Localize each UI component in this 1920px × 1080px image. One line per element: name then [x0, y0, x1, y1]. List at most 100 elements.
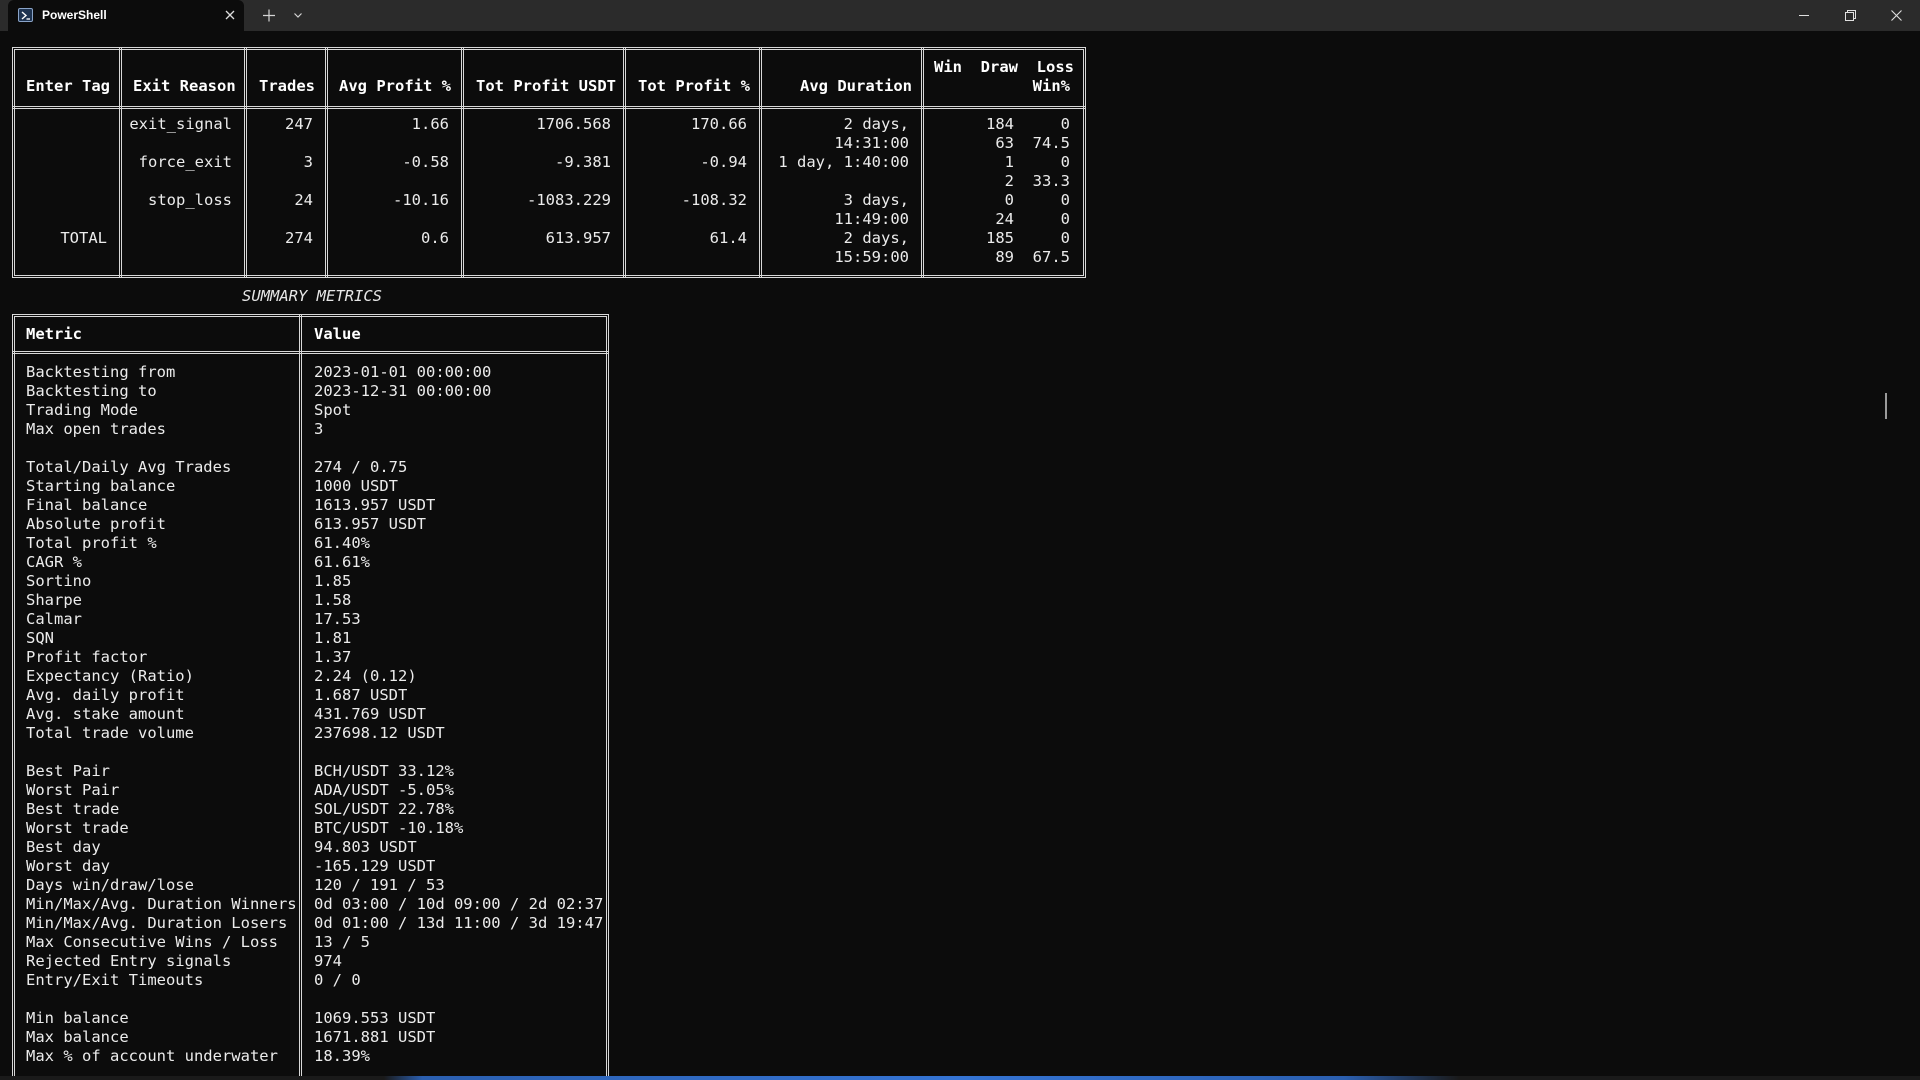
summary-metric-label: Min/Max/Avg. Duration Winners — [26, 895, 297, 913]
summary-metric-label: Max balance — [26, 1028, 129, 1046]
row-duration-line2: 15:59:00 — [834, 248, 909, 266]
summary-metric-label: Days win/draw/lose — [26, 876, 194, 894]
summary-metric-value: 17.53 — [314, 610, 361, 628]
row-duration-line1: 2 days, — [843, 115, 909, 133]
row-tot-profit-usdt: -9.381 — [555, 153, 611, 171]
summary-metric-label: Min/Max/Avg. Duration Losers — [26, 914, 288, 932]
row-trades: 247 — [285, 115, 313, 133]
row-avg-profit: 1.66 — [411, 115, 449, 133]
row-wdl-line1: 0 0 — [1004, 191, 1070, 209]
summary-metric-label: Sortino — [26, 572, 92, 590]
row-exit-reason: force_exit — [138, 153, 232, 171]
summary-metric-label: Avg. stake amount — [26, 705, 185, 723]
header-avg-duration: Avg Duration — [800, 77, 912, 95]
summary-metric-label: Best Pair — [26, 762, 110, 780]
header-trades: Trades — [259, 77, 315, 95]
summary-metric-value: 1069.553 USDT — [314, 1009, 436, 1027]
summary-metric-value: 2023-12-31 00:00:00 — [314, 382, 492, 400]
summary-metric-value: 613.957 USDT — [314, 515, 426, 533]
summary-metric-label: Best trade — [26, 800, 120, 818]
header-tot-profit-pct: Tot Profit % — [638, 77, 750, 95]
summary-metric-value: 61.61% — [314, 553, 370, 571]
summary-metric-label: Total/Daily Avg Trades — [26, 458, 232, 476]
row-avg-profit: 0.6 — [421, 229, 449, 247]
powershell-icon — [18, 8, 33, 22]
summary-metric-label: Starting balance — [26, 477, 176, 495]
row-tot-profit-usdt: 1706.568 — [536, 115, 611, 133]
header-win-draw-loss: Win Draw Loss — [934, 58, 1074, 76]
summary-metric-label: Worst day — [26, 857, 110, 875]
close-icon — [1891, 10, 1902, 21]
summary-metric-label: Best day — [26, 838, 101, 856]
header-value: Value — [314, 325, 361, 343]
tab-title: PowerShell — [42, 8, 107, 22]
summary-metric-label: Profit factor — [26, 648, 148, 666]
summary-metric-value: 120 / 191 / 53 — [314, 876, 445, 894]
summary-metric-label: Trading Mode — [26, 401, 138, 419]
summary-metric-label: Calmar — [26, 610, 82, 628]
table-header-divider — [12, 106, 1086, 109]
title-bar: PowerShell — [0, 0, 1920, 31]
row-avg-profit: -10.16 — [393, 191, 449, 209]
summary-metric-value: 274 / 0.75 — [314, 458, 408, 476]
summary-metric-label: Backtesting from — [26, 363, 176, 381]
summary-metric-value: BCH/USDT 33.12% — [314, 762, 454, 780]
minimize-icon — [1799, 15, 1809, 16]
summary-metric-label: SQN — [26, 629, 54, 647]
terminal-output[interactable]: Enter Tag Exit Reason Trades Avg Profit … — [12, 31, 1892, 1080]
tab-dropdown-button[interactable] — [287, 0, 309, 31]
row-trades: 3 — [303, 153, 313, 171]
row-avg-profit: -0.58 — [402, 153, 449, 171]
row-tot-profit-pct: -108.32 — [681, 191, 747, 209]
summary-metric-label: Absolute profit — [26, 515, 166, 533]
new-tab-button[interactable] — [256, 0, 282, 31]
row-wdl-line2: 89 67.5 — [995, 248, 1070, 266]
summary-metric-value: ADA/USDT -5.05% — [314, 781, 454, 799]
summary-metric-value: 3 — [314, 420, 324, 438]
summary-col-divider — [299, 314, 302, 1080]
summary-metric-label: Expectancy (Ratio) — [26, 667, 194, 685]
row-wdl-line1: 184 0 — [986, 115, 1070, 133]
row-wdl-line2: 63 74.5 — [995, 134, 1070, 152]
summary-metric-value: Spot — [314, 401, 352, 419]
tab-powershell[interactable]: PowerShell — [8, 0, 244, 31]
summary-metric-value: 1.85 — [314, 572, 352, 590]
header-enter-tag: Enter Tag — [26, 77, 110, 95]
header-avg-profit: Avg Profit % — [339, 77, 451, 95]
close-window-button[interactable] — [1873, 0, 1920, 31]
summary-metric-value: 1000 USDT — [314, 477, 398, 495]
row-duration-line1: 2 days, — [843, 229, 909, 247]
summary-metric-label: Sharpe — [26, 591, 82, 609]
summary-metric-value: 0d 03:00 / 10d 09:00 / 2d 02:37 — [314, 895, 604, 913]
tab-close-icon[interactable] — [220, 5, 240, 25]
summary-metric-value: 0 / 0 — [314, 971, 361, 989]
row-tot-profit-pct: -0.94 — [700, 153, 747, 171]
taskbar-edge — [0, 1076, 1920, 1080]
restore-icon — [1845, 10, 1856, 21]
scrollbar-thumb[interactable] — [1885, 393, 1887, 419]
summary-metric-value: BTC/USDT -10.18% — [314, 819, 464, 837]
summary-metric-value: 974 — [314, 952, 342, 970]
summary-metric-value: 1.37 — [314, 648, 352, 666]
summary-metric-value: 13 / 5 — [314, 933, 370, 951]
summary-header-divider — [12, 351, 609, 354]
header-exit-reason: Exit Reason — [133, 77, 236, 95]
summary-metric-label: Max Consecutive Wins / Loss — [26, 933, 278, 951]
header-metric: Metric — [26, 325, 82, 343]
summary-metric-label: Worst Pair — [26, 781, 120, 799]
summary-metric-label: Total trade volume — [26, 724, 194, 742]
summary-metric-value: SOL/USDT 22.78% — [314, 800, 454, 818]
row-exit-reason: exit_signal — [129, 115, 232, 133]
minimize-button[interactable] — [1781, 0, 1827, 31]
summary-metric-label: Rejected Entry signals — [26, 952, 232, 970]
header-win-pct: Win% — [1032, 77, 1070, 95]
row-duration-line1: 3 days, — [843, 191, 909, 209]
row-trades: 24 — [294, 191, 313, 209]
row-trades: 274 — [285, 229, 313, 247]
summary-metric-value: 431.769 USDT — [314, 705, 426, 723]
row-tot-profit-pct: 170.66 — [691, 115, 747, 133]
row-exit-reason: stop_loss — [148, 191, 232, 209]
summary-metric-label: Worst trade — [26, 819, 129, 837]
row-wdl-line1: 185 0 — [986, 229, 1070, 247]
restore-button[interactable] — [1827, 0, 1873, 31]
